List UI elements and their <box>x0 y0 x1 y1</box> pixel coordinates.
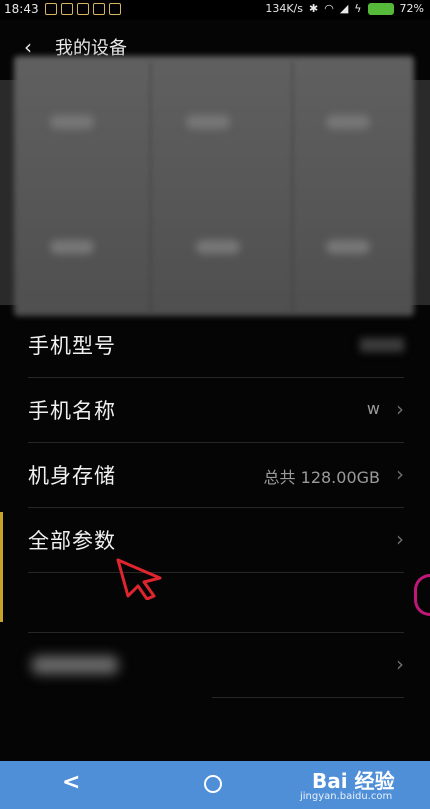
status-bar: 18:43 134K/s ✱ ◠ ◢ ϟ 72% <box>0 0 430 20</box>
watermark: Bai 经验 <box>312 769 395 793</box>
blurred-value <box>360 338 404 352</box>
chevron-right-icon: › <box>396 652 404 676</box>
signal-icon: ◢ <box>339 2 349 15</box>
row-phone-name[interactable]: 手机名称 w › <box>28 379 404 441</box>
row-phone-model[interactable]: 手机型号 <box>28 314 404 376</box>
home-circle-icon[interactable] <box>204 775 222 793</box>
edge-decoration <box>0 512 3 622</box>
divider <box>212 697 404 698</box>
divider <box>28 632 404 633</box>
blurred-tile <box>196 240 240 254</box>
pointer-arrow-icon <box>116 558 162 600</box>
battery-icon <box>367 2 394 15</box>
chevron-right-icon: › <box>396 397 404 421</box>
row-value: 总共 128.00GB <box>263 468 380 487</box>
notification-icon <box>77 3 89 15</box>
row-label: 手机型号 <box>28 334 116 358</box>
blurred-divider <box>150 62 151 312</box>
notification-icon <box>93 3 105 15</box>
row-label: 全部参数 <box>28 529 116 553</box>
notification-icon <box>109 3 121 15</box>
charging-icon: ϟ <box>354 2 362 15</box>
blurred-device-card <box>14 56 414 316</box>
status-time: 18:43 <box>4 2 39 16</box>
blurred-label <box>32 656 118 674</box>
battery-percent: 72% <box>399 2 424 15</box>
row-label: 机身存储 <box>28 464 116 488</box>
watermark-url: jingyan.baidu.com <box>300 791 393 802</box>
navigation-bar: < Bai 经验 jingyan.baidu.com <box>0 761 430 809</box>
row-label: 手机名称 <box>28 399 116 423</box>
divider <box>28 507 404 508</box>
chevron-right-icon: › <box>396 527 404 551</box>
divider <box>28 442 404 443</box>
chevron-right-icon: › <box>396 462 404 486</box>
divider <box>28 377 404 378</box>
row-value: w <box>366 399 380 418</box>
blurred-tile <box>326 115 370 129</box>
row-storage[interactable]: 机身存储 总共 128.00GB › <box>28 444 404 506</box>
blurred-tile <box>50 240 94 254</box>
wifi-icon: ◠ <box>324 2 334 15</box>
network-speed: 134K/s <box>265 2 303 15</box>
edge-decoration <box>414 574 430 616</box>
blurred-tile <box>50 115 94 129</box>
notification-icons <box>45 3 121 15</box>
blurred-tile <box>186 115 230 129</box>
status-right: 134K/s ✱ ◠ ◢ ϟ 72% <box>265 2 424 15</box>
notification-icon <box>61 3 73 15</box>
blurred-divider <box>292 62 293 312</box>
divider <box>28 572 404 573</box>
blurred-tile <box>326 240 370 254</box>
bluetooth-icon: ✱ <box>308 2 319 15</box>
row-all-specs[interactable]: 全部参数 › <box>28 509 404 571</box>
notification-icon <box>45 3 57 15</box>
back-triangle-icon[interactable]: < <box>62 770 80 795</box>
